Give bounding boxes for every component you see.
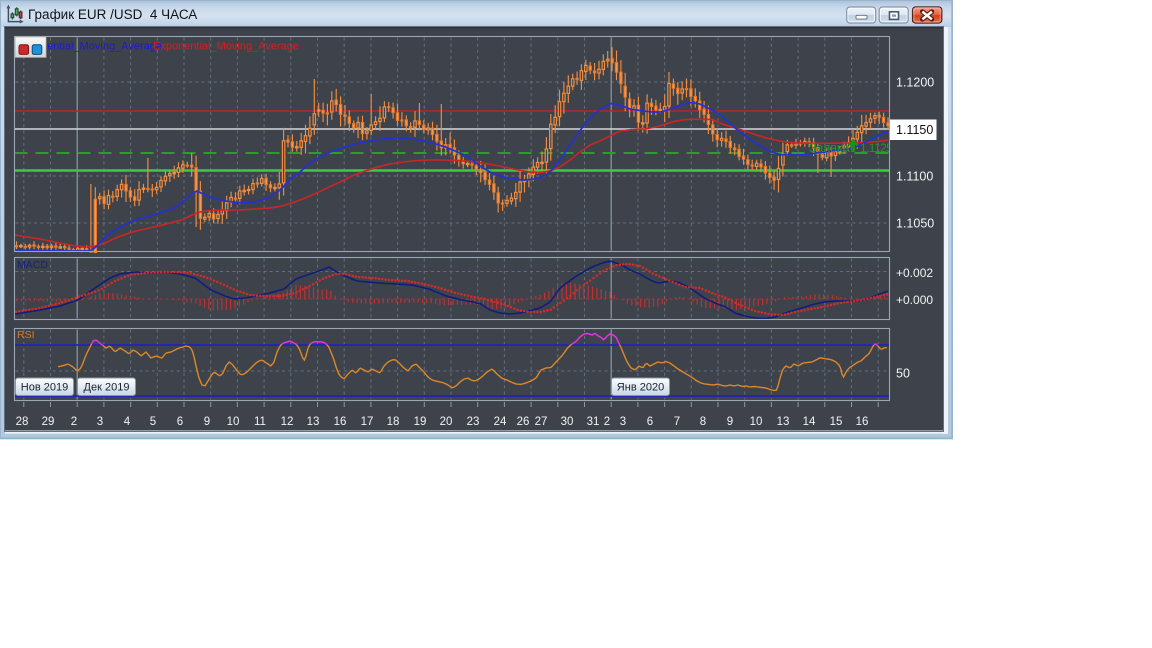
svg-text:11: 11 (254, 416, 266, 428)
svg-text:+0.000: +0.000 (896, 293, 933, 307)
svg-text:Заявка: Заявка (809, 141, 850, 155)
svg-text:9: 9 (727, 416, 733, 428)
svg-text:Дек 2019: Дек 2019 (84, 382, 130, 394)
svg-text:30: 30 (561, 416, 574, 428)
svg-text:16: 16 (334, 416, 347, 428)
svg-text:Янв 2020: Янв 2020 (617, 382, 664, 394)
svg-text:50: 50 (896, 367, 910, 381)
svg-text:13: 13 (307, 416, 320, 428)
svg-text:16: 16 (856, 416, 869, 428)
svg-text:19: 19 (414, 416, 427, 428)
svg-text:MACD: MACD (17, 259, 48, 271)
svg-text:28: 28 (16, 416, 29, 428)
svg-text:3: 3 (620, 416, 626, 428)
svg-text:1.1200: 1.1200 (896, 76, 934, 90)
svg-text:12: 12 (281, 416, 294, 428)
svg-text:RSI: RSI (17, 329, 35, 341)
svg-text:8: 8 (700, 416, 706, 428)
svg-text:31: 31 (587, 416, 600, 428)
svg-text:4: 4 (124, 416, 131, 428)
svg-text:20: 20 (440, 416, 453, 428)
svg-text:14: 14 (803, 416, 816, 428)
svg-text:26: 26 (517, 416, 530, 428)
svg-text:1.1100: 1.1100 (896, 170, 933, 184)
svg-text:График EUR /USD 4 ЧАСА: График EUR /USD 4 ЧАСА (28, 7, 197, 22)
svg-text:Exponential_Moving_Average: Exponential_Moving_Average (153, 41, 299, 53)
svg-text:27: 27 (535, 416, 548, 428)
svg-text:5: 5 (150, 416, 156, 428)
svg-text:10: 10 (227, 416, 240, 428)
svg-text:2: 2 (604, 416, 610, 428)
svg-text:1.1150: 1.1150 (896, 123, 933, 137)
svg-text:29: 29 (42, 416, 55, 428)
svg-text:Нов 2019: Нов 2019 (21, 382, 68, 394)
svg-text:24: 24 (494, 416, 507, 428)
svg-text:9: 9 (204, 416, 210, 428)
svg-text:1.1125: 1.1125 (860, 141, 893, 155)
svg-text:2: 2 (71, 416, 77, 428)
svg-text:+0.002: +0.002 (896, 266, 933, 280)
svg-text:13: 13 (777, 416, 790, 428)
svg-text:15: 15 (830, 416, 843, 428)
svg-text:18: 18 (387, 416, 400, 428)
svg-text:6: 6 (177, 416, 183, 428)
svg-text:3: 3 (97, 416, 103, 428)
svg-text:7: 7 (674, 416, 680, 428)
svg-text:17: 17 (361, 416, 374, 428)
svg-text:1.1050: 1.1050 (896, 217, 934, 231)
svg-text:6: 6 (647, 416, 653, 428)
svg-text:23: 23 (467, 416, 480, 428)
svg-text:10: 10 (750, 416, 763, 428)
